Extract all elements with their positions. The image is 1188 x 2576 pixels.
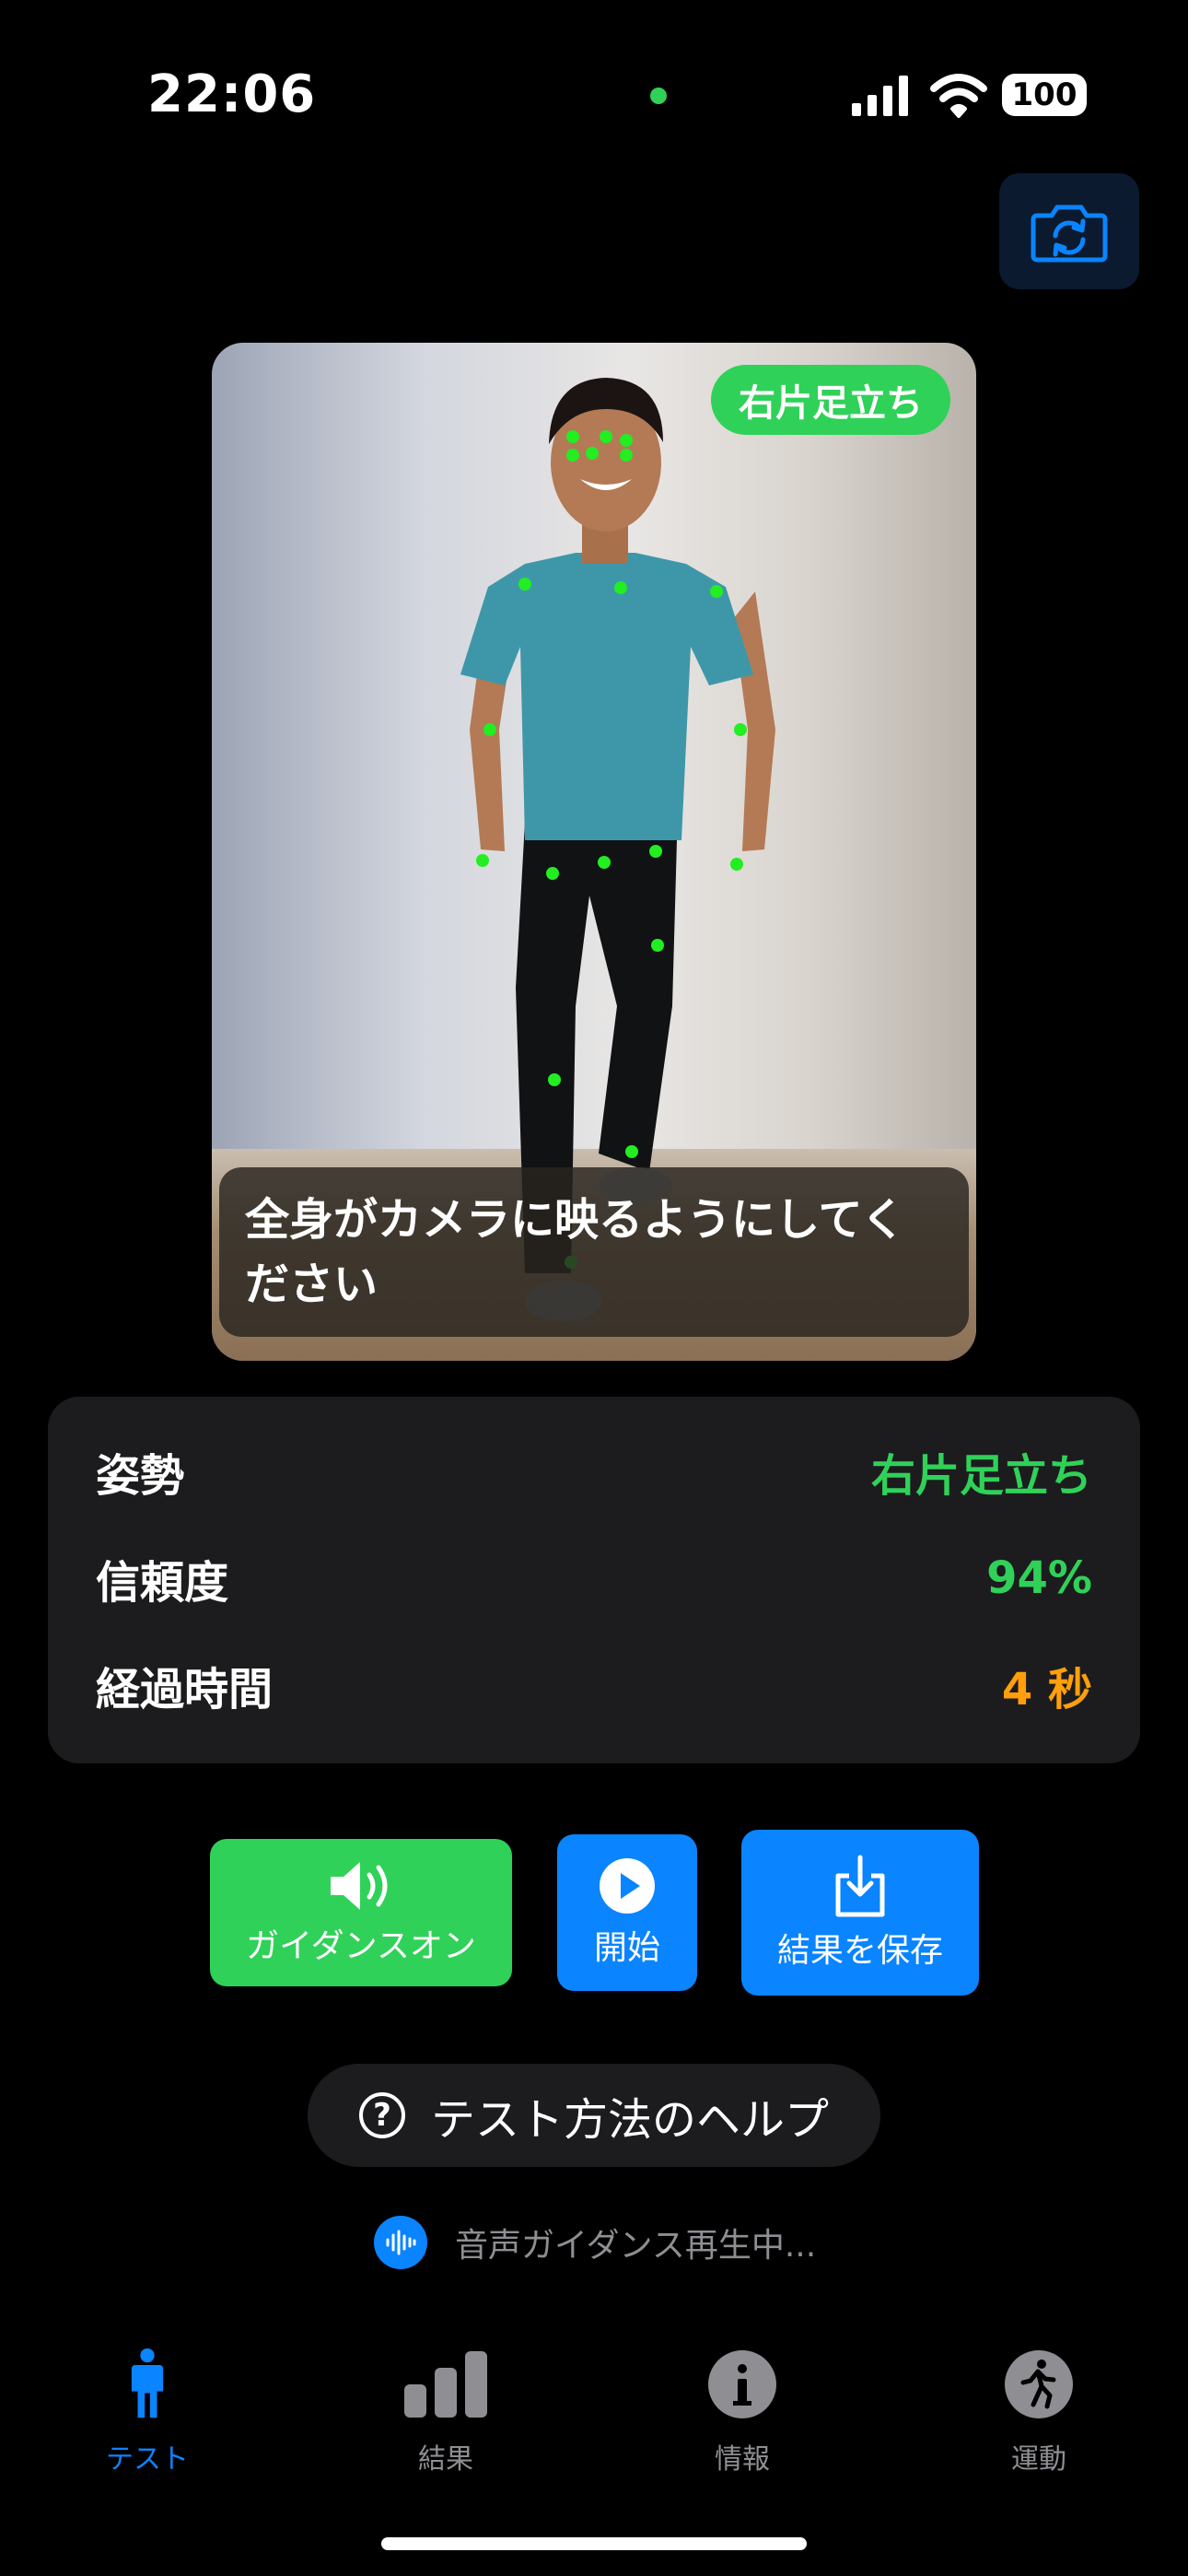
save-result-button[interactable]: 結果を保存	[741, 1830, 979, 1996]
tab-label: 結果	[418, 2443, 473, 2476]
stat-label: 信頼度	[96, 1557, 229, 1609]
tab-test[interactable]: テスト	[55, 2348, 239, 2476]
person-icon	[131, 2348, 164, 2418]
test-help-button[interactable]: ? テスト方法のヘルプ	[308, 2064, 880, 2167]
start-button[interactable]: 開始	[557, 1834, 697, 1991]
speaker-icon	[331, 1862, 388, 1910]
stat-label: 姿勢	[96, 1450, 185, 1502]
tab-label: 運動	[1011, 2443, 1066, 2476]
stat-row-confidence: 信頼度 94%	[96, 1546, 1092, 1610]
chart-bars-icon	[404, 2351, 487, 2418]
stat-value: 右片足立ち	[870, 1450, 1092, 1502]
camera-preview: 右片足立ち 全身がカメラに映るようにしてください	[212, 343, 976, 1361]
battery-tip	[1079, 87, 1087, 103]
battery-indicator: 100	[1002, 74, 1087, 116]
tab-results[interactable]: 結果	[354, 2348, 538, 2476]
wifi-icon	[930, 74, 987, 118]
stat-value: 94%	[986, 1552, 1092, 1604]
start-label: 開始	[593, 1929, 660, 1967]
stats-card: 姿勢 右片足立ち 信頼度 94% 経過時間 4 秒	[48, 1397, 1140, 1763]
tab-exercise[interactable]: 運動	[947, 2348, 1131, 2476]
question-circle-icon: ?	[358, 2092, 405, 2138]
camera-rotate-icon	[1031, 205, 1108, 263]
pose-badge: 右片足立ち	[711, 365, 950, 435]
home-indicator[interactable]	[381, 2537, 807, 2550]
switch-camera-button[interactable]	[999, 173, 1139, 289]
guidance-label: ガイダンスオン	[246, 1927, 476, 1965]
help-label: テスト方法のヘルプ	[430, 2094, 829, 2146]
walk-icon	[1005, 2350, 1073, 2418]
cellular-signal-icon	[852, 76, 908, 116]
tab-label: テスト	[106, 2443, 189, 2476]
play-circle-icon	[600, 1858, 655, 1914]
stat-value: 4 秒	[1001, 1664, 1092, 1715]
info-icon	[708, 2350, 776, 2418]
stat-row-elapsed: 経過時間 4 秒	[96, 1653, 1092, 1717]
tab-info[interactable]: 情報	[650, 2348, 834, 2476]
save-label: 結果を保存	[776, 1932, 943, 1970]
camera-hint-message: 全身がカメラに映るようにしてください	[219, 1167, 969, 1337]
audio-status: 音声ガイダンス再生中...	[374, 2216, 816, 2269]
status-time: 22:06	[147, 64, 317, 124]
guidance-toggle-button[interactable]: ガイダンスオン	[210, 1839, 512, 1986]
stat-label: 経過時間	[96, 1664, 274, 1715]
stat-row-posture: 姿勢 右片足立ち	[96, 1439, 1092, 1504]
audio-status-text: 音声ガイダンス再生中...	[455, 2227, 817, 2265]
tab-label: 情報	[715, 2443, 770, 2476]
waveform-icon	[374, 2216, 427, 2269]
download-tray-icon	[835, 1855, 885, 1917]
camera-indicator-dot	[650, 88, 667, 104]
